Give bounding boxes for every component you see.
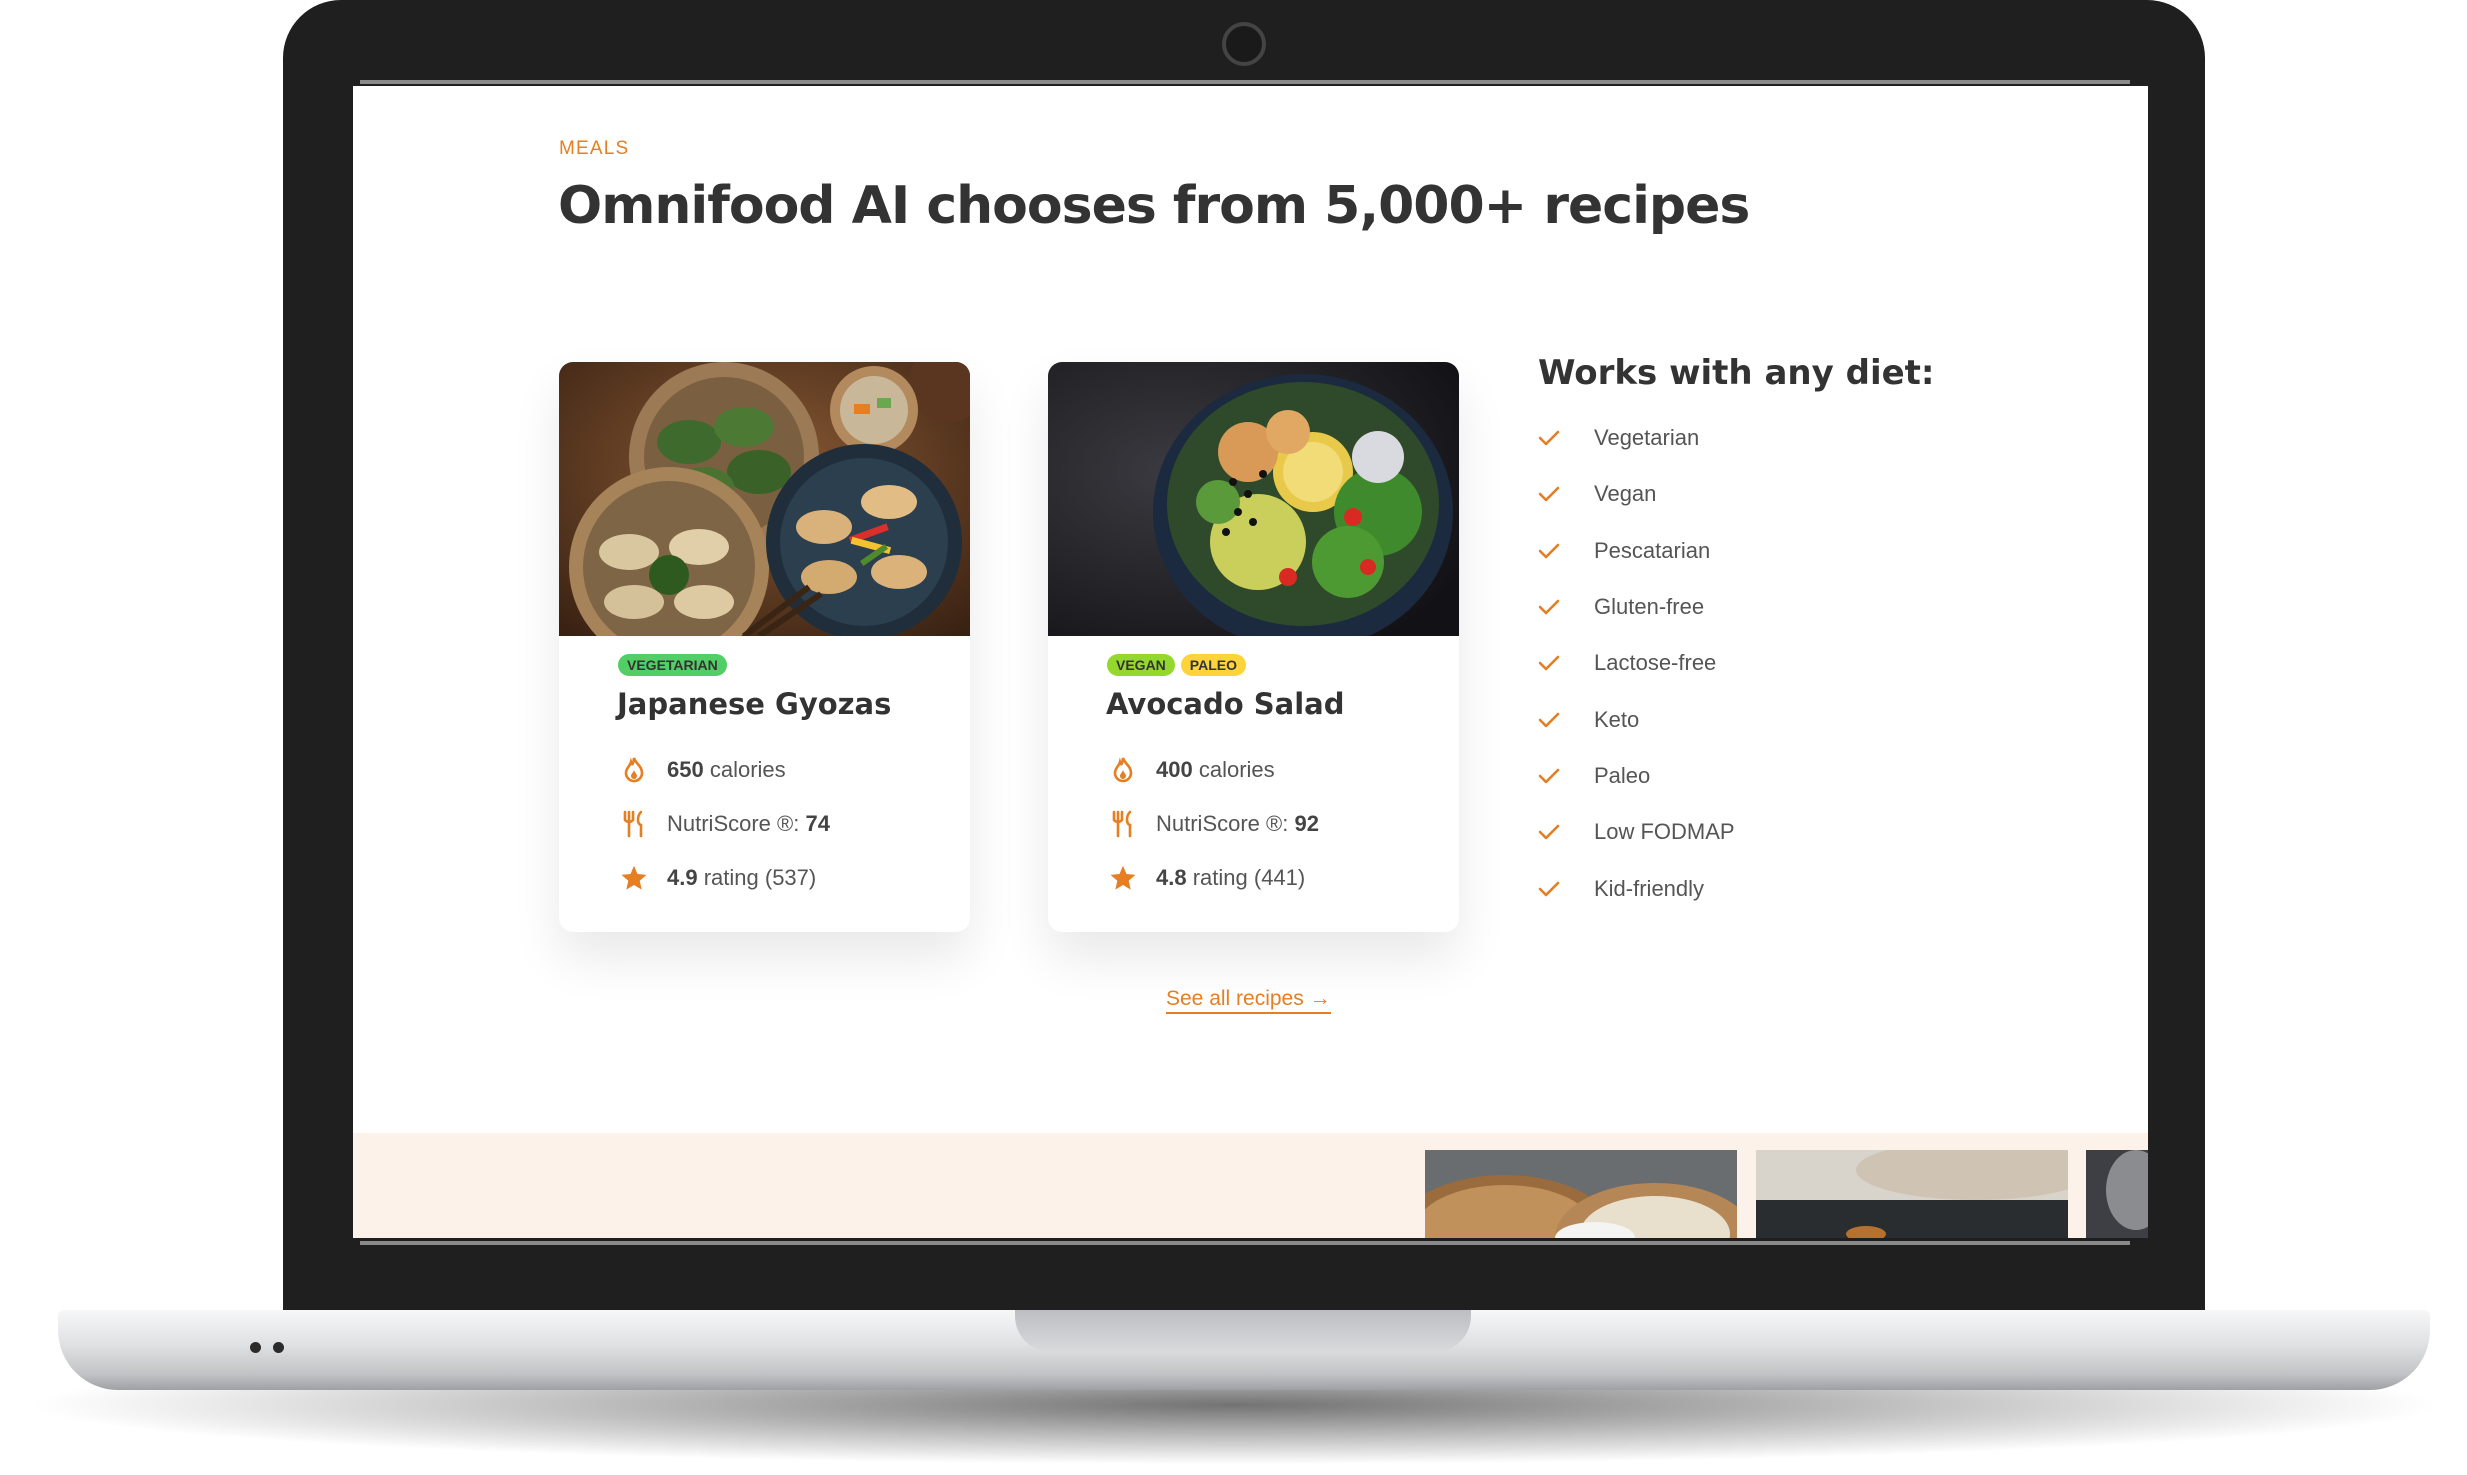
flame-icon [617,755,651,785]
diet-item: Vegetarian [1538,410,1735,466]
diet-item-label: Paleo [1594,762,1651,788]
diet-item-label: Low FODMAP [1594,819,1735,845]
calories-label: calories [709,757,786,782]
checkmark-icon [1538,651,1562,675]
checkmark-icon [1538,708,1562,732]
diet-list: Vegetarian Vegan Pescatarian Gluten-free Lac… [1538,410,1735,917]
rating-label: rating (441) [1192,865,1306,890]
see-all-recipes-link[interactable]: See all recipes → [1166,987,1331,1014]
nutriscore-row: NutriScore ®: 74 [617,809,830,839]
meal-card[interactable]: VEGAN PALEO Avocado Salad 400 calories N… [1048,362,1459,932]
tag-paleo: PALEO [1180,654,1246,676]
diets-heading: Works with any diet: [1538,353,1935,393]
nutriscore-label: NutriScore ®: [667,811,800,836]
diet-item: Keto [1538,691,1735,747]
fork-knife-icon [617,809,651,839]
diet-item-label: Gluten-free [1594,594,1705,620]
rating-value: 4.9 [667,865,698,890]
calories-value: 650 [667,757,704,782]
diet-tags: VEGETARIAN [618,654,727,676]
diet-item: Low FODMAP [1538,804,1735,860]
gallery-section [353,1133,2148,1238]
screen-top-edge [360,80,2130,84]
diet-item: Paleo [1538,748,1735,804]
indicator-light [250,1342,261,1353]
star-icon [1106,863,1140,893]
rating-label: rating (537) [703,865,817,890]
screen: MEALS Omnifood AI chooses from 5,000+ re… [353,86,2148,1238]
section-subheading: MEALS [559,138,630,159]
calories-value: 400 [1156,757,1193,782]
diet-item-label: Keto [1594,706,1640,732]
gallery-photo[interactable] [1756,1150,2068,1238]
diet-item-label: Pescatarian [1594,537,1711,563]
rating-value: 4.8 [1156,865,1187,890]
diet-tags: VEGAN PALEO [1107,654,1246,676]
calories-label: calories [1198,757,1275,782]
checkmark-icon [1538,539,1562,563]
diet-item-label: Lactose-free [1594,650,1717,676]
meal-title: Japanese Gyozas [617,687,892,721]
checkmark-icon [1538,764,1562,788]
diet-item: Kid-friendly [1538,860,1735,916]
gallery-photo[interactable] [1425,1150,1737,1238]
checkmark-icon [1538,595,1562,619]
star-icon [617,863,651,893]
meal-card[interactable]: VEGETARIAN Japanese Gyozas 650 calories … [559,362,970,932]
flame-icon [1106,755,1140,785]
section-heading: Omnifood AI chooses from 5,000+ recipes [558,176,1750,236]
diet-item-label: Kid-friendly [1594,875,1705,901]
diet-item: Gluten-free [1538,579,1735,635]
checkmark-icon [1538,482,1562,506]
screen-bottom-edge [360,1241,2130,1245]
gyoza-plates-photo [559,362,970,636]
meal-title: Avocado Salad [1106,687,1345,721]
gallery-photo[interactable] [2086,1150,2148,1238]
diet-item-label: Vegan [1594,481,1657,507]
rating-row: 4.9 rating (537) [617,863,816,893]
checkmark-icon [1538,820,1562,844]
nutriscore-value: 74 [805,811,830,836]
checkmark-icon [1538,426,1562,450]
checkmark-icon [1538,877,1562,901]
diet-item: Lactose-free [1538,635,1735,691]
calories-row: 650 calories [617,755,786,785]
fork-knife-icon [1106,809,1140,839]
nutriscore-label: NutriScore ®: [1156,811,1289,836]
nutriscore-row: NutriScore ®: 92 [1106,809,1319,839]
rating-row: 4.8 rating (441) [1106,863,1305,893]
webcam [1222,22,1266,66]
tag-vegan: VEGAN [1107,654,1175,676]
calories-row: 400 calories [1106,755,1275,785]
nutriscore-value: 92 [1294,811,1319,836]
diet-item: Pescatarian [1538,523,1735,579]
diet-item-label: Vegetarian [1594,425,1700,451]
diet-item: Vegan [1538,466,1735,522]
salad-bowl-photo [1048,362,1459,636]
tag-vegetarian: VEGETARIAN [618,654,727,676]
laptop-opening-notch [1015,1310,1471,1352]
indicator-light [273,1342,284,1353]
